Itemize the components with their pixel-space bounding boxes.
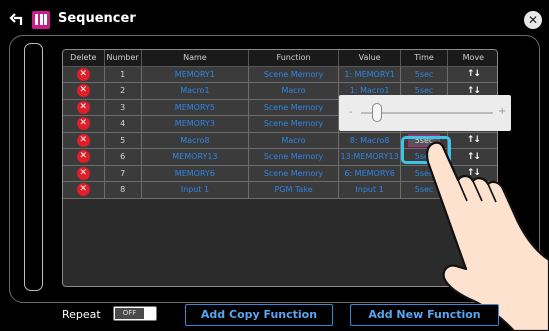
delete-cell: ✕ bbox=[63, 181, 105, 199]
function-cell[interactable]: Scene Memory bbox=[248, 148, 339, 166]
delete-cell: ✕ bbox=[63, 132, 105, 149]
number-cell: 8 bbox=[104, 181, 142, 199]
value-cell[interactable]: 1: MEMORY1 bbox=[338, 66, 402, 83]
delete-row-icon[interactable]: ✕ bbox=[76, 100, 90, 114]
function-cell[interactable]: PGM Take bbox=[248, 181, 339, 199]
sequencer-app-icon bbox=[32, 11, 50, 29]
name-cell[interactable]: MEMORY3 bbox=[141, 115, 250, 133]
column-header-move: Move bbox=[447, 50, 497, 67]
move-row-icon[interactable]: ↑↓ bbox=[467, 69, 481, 79]
column-header-value: Value bbox=[338, 50, 402, 67]
delete-cell: ✕ bbox=[63, 66, 105, 83]
value-cell[interactable]: Input 1 bbox=[338, 181, 402, 199]
column-header-time: Time bbox=[400, 50, 448, 67]
number-cell: 5 bbox=[104, 132, 142, 149]
delete-row-icon[interactable]: ✕ bbox=[76, 150, 90, 164]
value-cell[interactable]: 8: Macro8 bbox=[338, 132, 402, 149]
delete-row-icon[interactable]: ✕ bbox=[76, 166, 90, 180]
function-cell[interactable]: Macro bbox=[248, 132, 339, 149]
column-header-number: Number bbox=[104, 50, 142, 67]
time-slider-popup: - + bbox=[339, 95, 511, 131]
delete-cell: ✕ bbox=[63, 99, 105, 116]
name-cell[interactable]: Input 1 bbox=[141, 181, 250, 199]
function-cell[interactable]: Scene Memory bbox=[248, 115, 339, 133]
number-cell: 7 bbox=[104, 165, 142, 182]
repeat-label: Repeat bbox=[62, 308, 101, 321]
side-scrollbar[interactable] bbox=[24, 43, 43, 291]
table-row[interactable]: ✕ 1 MEMORY1 Scene Memory 1: MEMORY1 5sec ↑↓ bbox=[63, 66, 497, 83]
back-arrow-icon[interactable] bbox=[9, 12, 25, 28]
delete-row-icon[interactable]: ✕ bbox=[76, 84, 90, 98]
close-icon[interactable]: ✕ bbox=[524, 11, 542, 29]
number-cell: 3 bbox=[104, 99, 142, 116]
number-cell: 2 bbox=[104, 82, 142, 100]
function-cell[interactable]: Scene Memory bbox=[248, 165, 339, 182]
column-header-function: Function bbox=[248, 50, 339, 67]
name-cell[interactable]: MEMORY1 bbox=[141, 66, 250, 83]
slider-knob[interactable] bbox=[371, 103, 382, 122]
name-cell[interactable]: Macro8 bbox=[141, 132, 250, 149]
delete-row-icon[interactable]: ✕ bbox=[76, 67, 90, 81]
number-cell: 4 bbox=[104, 115, 142, 133]
delete-cell: ✕ bbox=[63, 148, 105, 166]
delete-cell: ✕ bbox=[63, 82, 105, 100]
add-copy-function-button[interactable]: Add Copy Function bbox=[185, 304, 333, 326]
time-cell[interactable]: 5sec bbox=[400, 66, 448, 83]
name-cell[interactable]: Macro1 bbox=[141, 82, 250, 100]
header: Sequencer ✕ bbox=[0, 0, 549, 40]
repeat-toggle-state: OFF bbox=[115, 308, 144, 319]
delete-row-icon[interactable]: ✕ bbox=[76, 117, 90, 131]
delete-row-icon[interactable]: ✕ bbox=[76, 133, 90, 147]
hand-pointer-icon bbox=[425, 141, 549, 331]
table-header-row: Delete Number Name Function Value Time M… bbox=[63, 50, 497, 67]
value-cell[interactable]: 13:MEMORY13 bbox=[338, 148, 402, 166]
page-title: Sequencer bbox=[58, 11, 136, 26]
column-header-name: Name bbox=[141, 50, 250, 67]
number-cell: 1 bbox=[104, 66, 142, 83]
name-cell[interactable]: MEMORY6 bbox=[141, 165, 250, 182]
name-cell[interactable]: MEMORY5 bbox=[141, 99, 250, 116]
delete-cell: ✕ bbox=[63, 115, 105, 133]
delete-cell: ✕ bbox=[63, 165, 105, 182]
function-cell[interactable]: Scene Memory bbox=[248, 99, 339, 116]
move-cell[interactable]: ↑↓ bbox=[447, 66, 497, 83]
name-cell[interactable]: MEMORY13 bbox=[141, 148, 250, 166]
slider-minus-label: - bbox=[349, 107, 353, 118]
slider-plus-label: + bbox=[498, 106, 507, 117]
function-cell[interactable]: Macro bbox=[248, 82, 339, 100]
repeat-toggle[interactable]: OFF bbox=[113, 306, 157, 321]
number-cell: 6 bbox=[104, 148, 142, 166]
value-cell[interactable]: 6: MEMORY6 bbox=[338, 165, 402, 182]
delete-row-icon[interactable]: ✕ bbox=[76, 183, 90, 197]
add-new-function-button[interactable]: Add New Function bbox=[350, 304, 499, 326]
function-cell[interactable]: Scene Memory bbox=[248, 66, 339, 83]
column-header-delete: Delete bbox=[63, 50, 105, 67]
